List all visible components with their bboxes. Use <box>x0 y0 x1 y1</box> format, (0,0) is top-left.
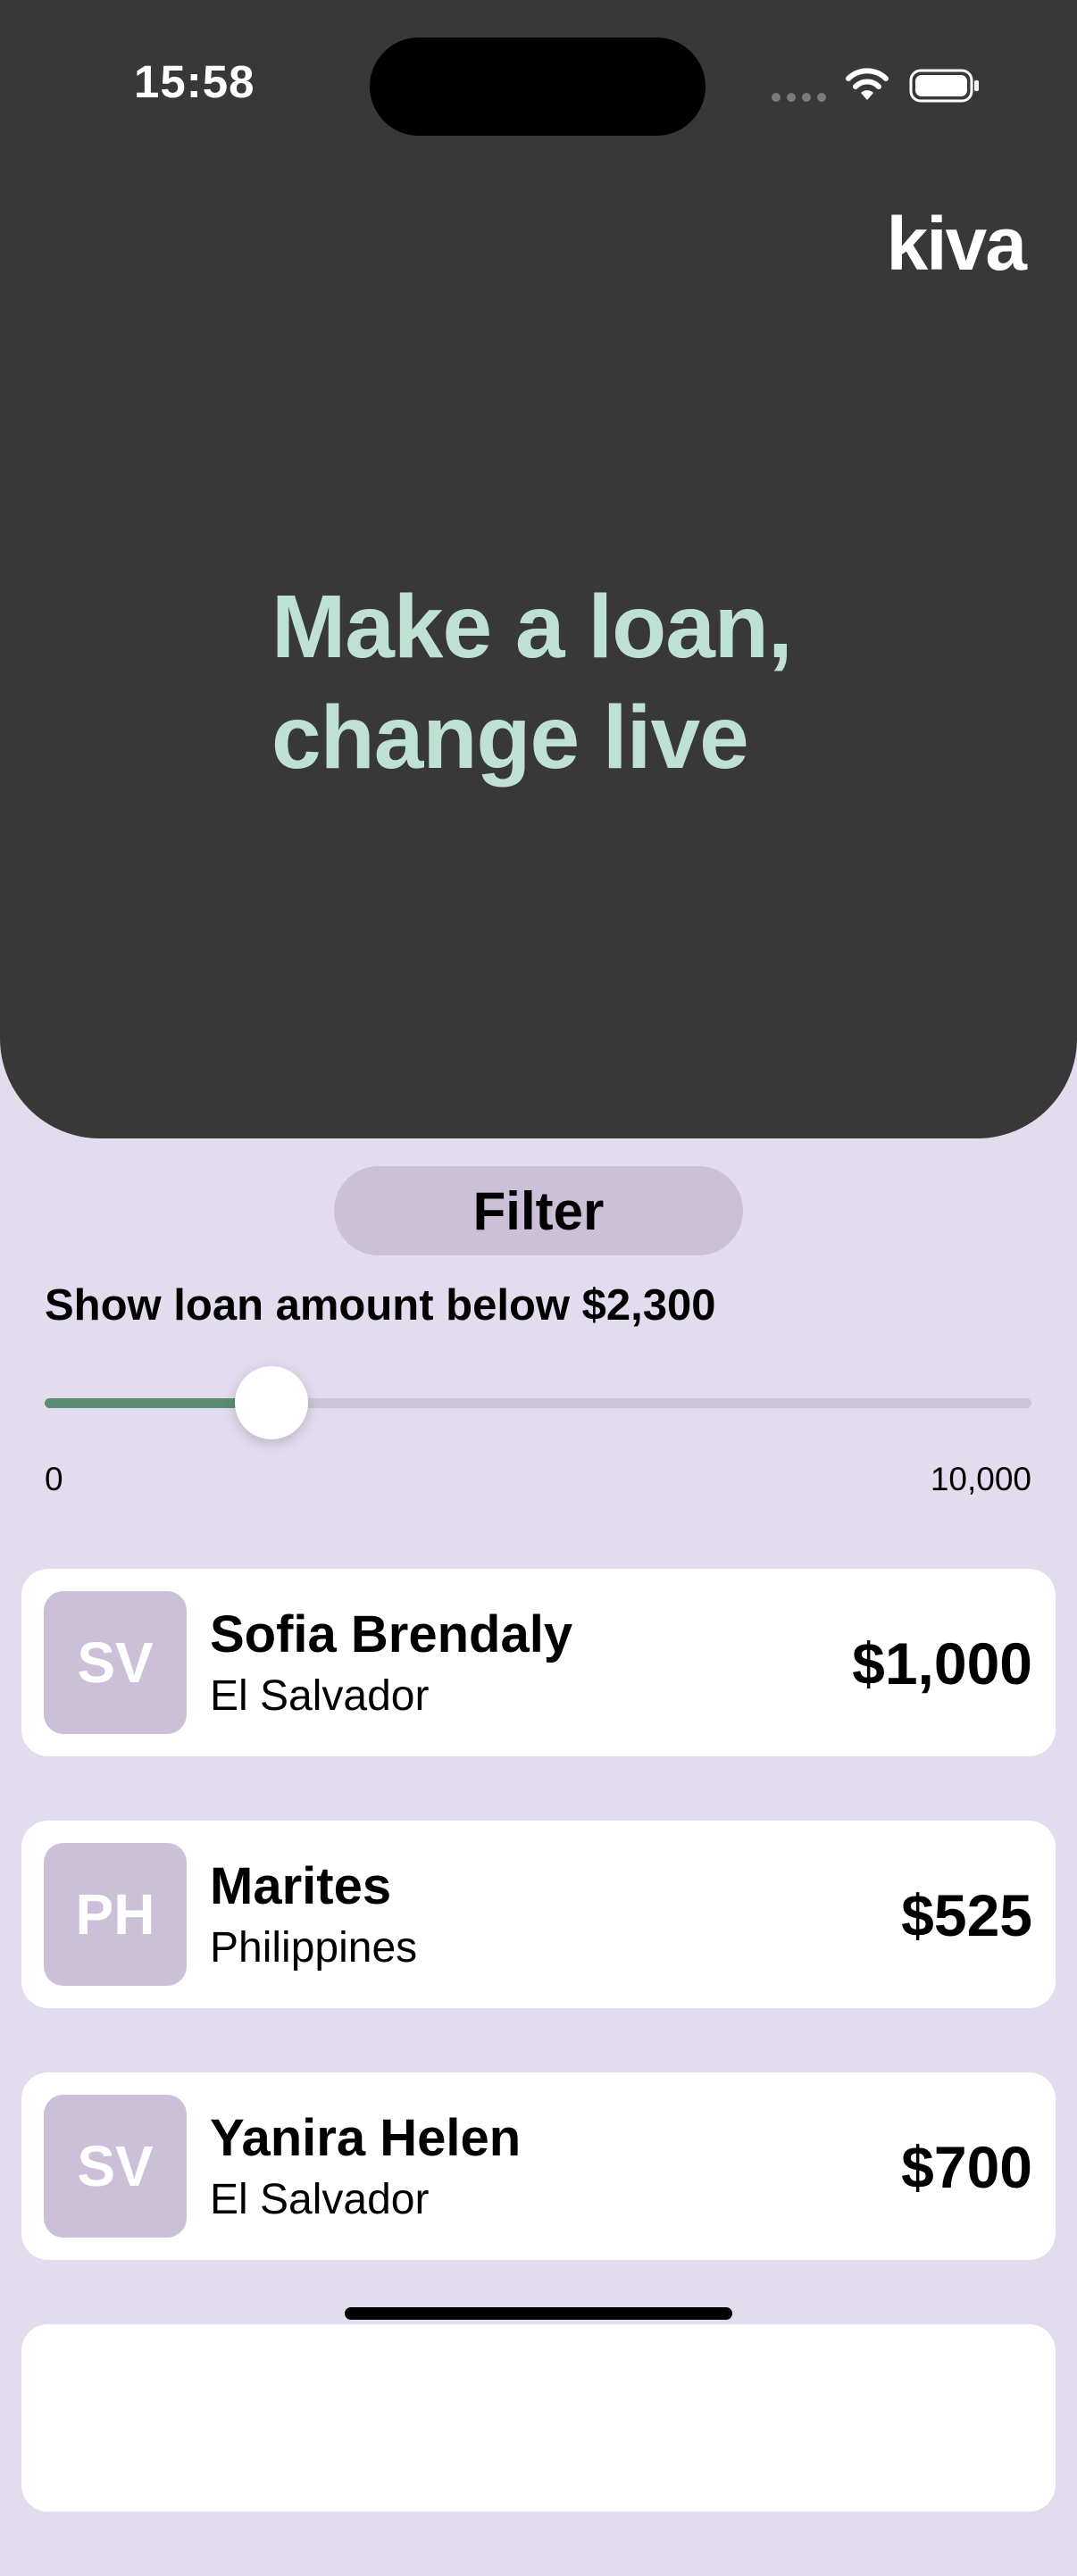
dynamic-island <box>370 38 705 136</box>
loan-amount: $700 <box>901 2134 1032 2200</box>
hero-banner: 15:58 kiva Make a loan, change live <box>0 0 1077 1138</box>
loan-list: SV Sofia Brendaly El Salvador $1,000 PH … <box>21 1569 1056 2576</box>
borrower-name: Sofia Brendaly <box>210 1605 573 1663</box>
loan-card[interactable]: SV Sofia Brendaly El Salvador $1,000 <box>21 1569 1056 1756</box>
borrower-name: Marites <box>210 1857 392 1915</box>
kiva-logo: kiva <box>886 202 1027 286</box>
filter-button[interactable]: Filter <box>334 1166 743 1255</box>
loan-card[interactable] <box>21 2324 1056 2512</box>
home-indicator <box>345 2307 732 2320</box>
battery-icon <box>909 69 979 103</box>
loan-amount-slider[interactable] <box>45 1366 1031 1439</box>
borrower-avatar: SV <box>44 1591 187 1734</box>
wifi-icon <box>846 68 889 100</box>
slider-thumb[interactable] <box>235 1366 309 1439</box>
borrower-country: Philippines <box>210 1924 418 1972</box>
borrower-avatar: SV <box>44 2095 187 2238</box>
signal-dots-icon <box>772 93 826 102</box>
status-time: 15:58 <box>134 56 255 107</box>
filter-caption: Show loan amount below $2,300 <box>45 1281 716 1330</box>
borrower-country: El Salvador <box>210 1672 430 1720</box>
hero-title: Make a loan, change live <box>271 571 843 793</box>
loan-card[interactable]: PH Marites Philippines $525 <box>21 1821 1056 2008</box>
loan-amount: $1,000 <box>852 1630 1032 1696</box>
borrower-name: Yanira Helen <box>210 2109 522 2167</box>
slider-min-label: 0 <box>45 1461 63 1497</box>
slider-max-label: 10,000 <box>930 1461 1031 1497</box>
borrower-country: El Salvador <box>210 2176 430 2223</box>
loan-amount: $525 <box>901 1882 1032 1948</box>
hero-title-line-2: change live <box>271 688 749 788</box>
loan-card[interactable]: SV Yanira Helen El Salvador $700 <box>21 2072 1056 2260</box>
hero-title-line-1: Make a loan, <box>271 577 793 677</box>
borrower-avatar: PH <box>44 1843 187 1986</box>
